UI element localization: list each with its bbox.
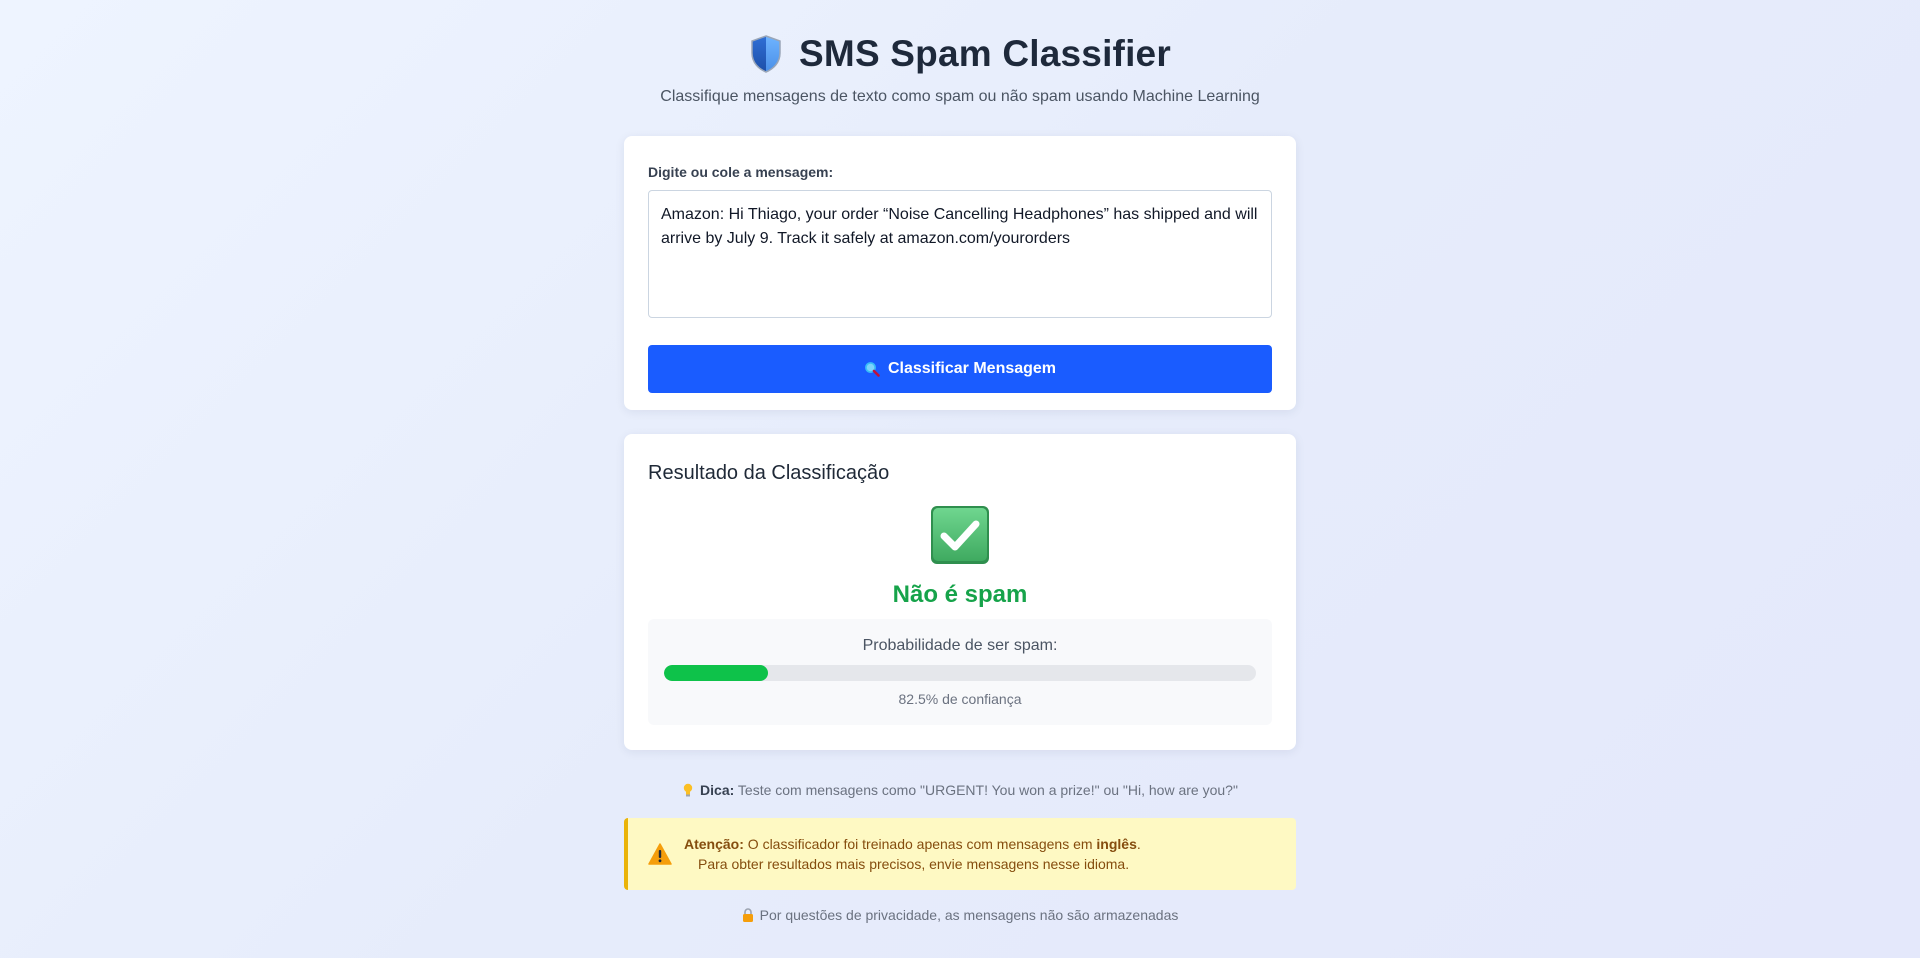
- warning-text: Atenção: O classificador foi treinado ap…: [684, 834, 1141, 874]
- warning-emphasis: inglês: [1096, 836, 1137, 852]
- probability-label: Probabilidade de ser spam:: [862, 637, 1058, 654]
- tip-text: Teste com mensagens como "URGENT! You wo…: [737, 782, 1238, 798]
- warning-text-before: O classificador foi treinado apenas com …: [747, 836, 1093, 852]
- language-warning: Atenção: O classificador foi treinado ap…: [624, 818, 1296, 890]
- classify-button[interactable]: Classificar Mensagem: [648, 345, 1272, 393]
- result-title: Resultado da Classificação: [648, 462, 890, 484]
- warning-icon: [648, 843, 672, 865]
- classify-button-label: Classificar Mensagem: [887, 360, 1057, 377]
- result-card: Resultado da Classificação Não é spam Pr…: [624, 434, 1296, 750]
- warning-text-after: .: [1136, 836, 1141, 852]
- lock-icon: [742, 908, 753, 922]
- warning-line-2: Para obter resultados mais precisos, env…: [698, 856, 1130, 872]
- tip-label: Dica:: [700, 782, 735, 798]
- magnifier-icon: [865, 362, 880, 377]
- message-field-label: Digite ou cole a mensagem:: [648, 164, 834, 180]
- warning-line-1: Atenção: O classificador foi treinado ap…: [684, 834, 1141, 854]
- probability-bar-fill: [664, 665, 768, 681]
- shield-icon: [751, 35, 781, 73]
- probability-bar: [664, 665, 1256, 681]
- warning-label: Atenção:: [684, 836, 744, 852]
- confidence-text: 82.5% de confiança: [898, 691, 1022, 707]
- verdict-label: Não é spam: [892, 581, 1028, 608]
- title-row: SMS Spam Classifier: [0, 30, 1920, 78]
- message-textarea[interactable]: Amazon: Hi Thiago, your order “Noise Can…: [648, 190, 1272, 318]
- page-subtitle: Classifique mensagens de texto como spam…: [660, 88, 1260, 105]
- lightbulb-icon: [683, 783, 693, 797]
- probability-panel: Probabilidade de ser spam: 82.5% de conf…: [648, 619, 1272, 725]
- privacy-text: Por questões de privacidade, as mensagen…: [759, 907, 1179, 923]
- message-input-card: Digite ou cole a mensagem: Amazon: Hi Th…: [624, 136, 1296, 410]
- tip-line: Dica: Teste com mensagens como "URGENT! …: [0, 782, 1920, 798]
- page-title: SMS Spam Classifier: [799, 33, 1171, 74]
- page-header: SMS Spam Classifier Classifique mensagen…: [0, 30, 1920, 106]
- privacy-note: Por questões de privacidade, as mensagen…: [0, 907, 1920, 923]
- check-mark-icon: [931, 506, 989, 564]
